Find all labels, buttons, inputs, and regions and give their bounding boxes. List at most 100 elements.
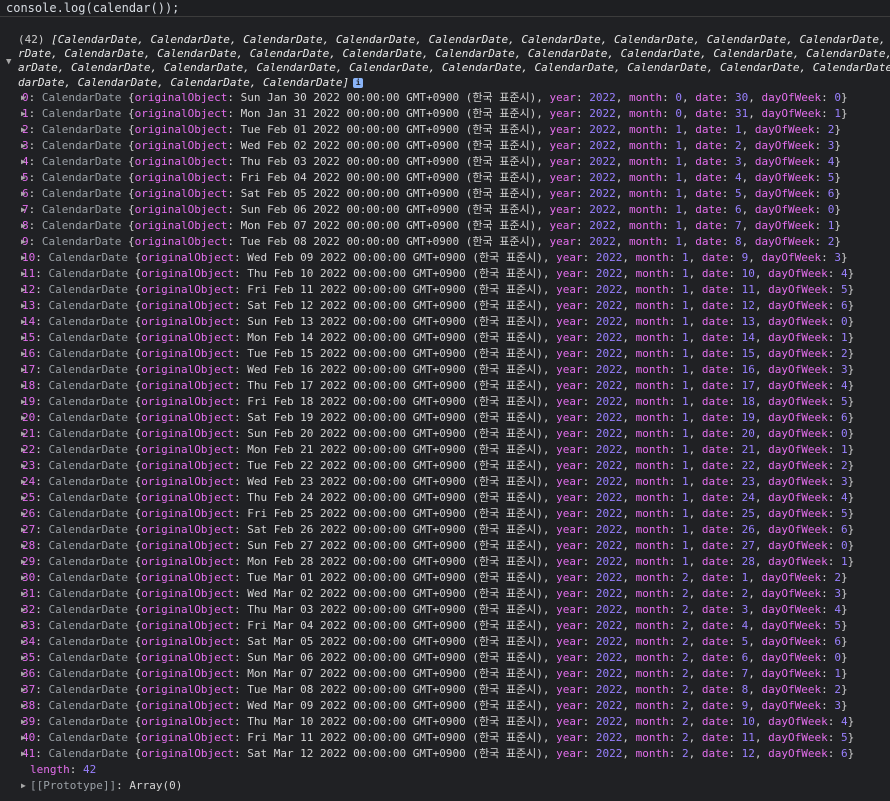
array-item-row[interactable]: ▶ 21: CalendarDate {originalObject: Sun F… bbox=[0, 426, 890, 442]
expand-triangle-icon[interactable]: ▶ bbox=[21, 586, 26, 602]
prop-key: dayOfWeek bbox=[761, 651, 822, 664]
expand-triangle-icon[interactable]: ▶ bbox=[21, 202, 26, 218]
expand-triangle-icon[interactable]: ▶ bbox=[21, 282, 26, 298]
separator: , bbox=[622, 571, 636, 584]
prop-key: dayOfWeek bbox=[754, 235, 815, 248]
array-item-row[interactable]: ▶ 16: CalendarDate {originalObject: Tue F… bbox=[0, 346, 890, 362]
expand-triangle-icon[interactable]: ▶ bbox=[21, 650, 26, 666]
expand-triangle-icon[interactable]: ▶ bbox=[21, 186, 26, 202]
expand-triangle-icon[interactable]: ▶ bbox=[21, 378, 26, 394]
array-item-row[interactable]: ▶ 26: CalendarDate {originalObject: Fri F… bbox=[0, 506, 890, 522]
array-item-row[interactable]: ▶ 31: CalendarDate {originalObject: Wed M… bbox=[0, 586, 890, 602]
expand-triangle-icon[interactable]: ▶ bbox=[21, 698, 26, 714]
array-item-row[interactable]: ▶ 32: CalendarDate {originalObject: Thu M… bbox=[0, 602, 890, 618]
array-item-row[interactable]: ▶ 39: CalendarDate {originalObject: Thu M… bbox=[0, 714, 890, 730]
array-item-row[interactable]: ▶ 36: CalendarDate {originalObject: Mon M… bbox=[0, 666, 890, 682]
expand-triangle-icon[interactable]: ▶ bbox=[21, 298, 26, 314]
prop-key: year bbox=[556, 731, 583, 744]
expand-triangle-icon[interactable]: ▶ bbox=[21, 410, 26, 426]
array-item-row[interactable]: ▶ 2: CalendarDate {originalObject: Tue Fe… bbox=[0, 122, 890, 138]
array-item-row[interactable]: ▶ 33: CalendarDate {originalObject: Fri M… bbox=[0, 618, 890, 634]
array-item-row[interactable]: ▶ 30: CalendarDate {originalObject: Tue M… bbox=[0, 570, 890, 586]
expand-triangle-icon[interactable]: ▶ bbox=[21, 170, 26, 186]
prototype-row[interactable]: ▶ [[Prototype]]: Array(0) bbox=[0, 778, 890, 794]
array-item-row[interactable]: ▶ 6: CalendarDate {originalObject: Sat Fe… bbox=[0, 186, 890, 202]
expand-triangle-icon[interactable]: ▶ bbox=[21, 474, 26, 490]
array-item-row[interactable]: ▶ 12: CalendarDate {originalObject: Fri F… bbox=[0, 282, 890, 298]
array-item-row[interactable]: ▶ 24: CalendarDate {originalObject: Wed F… bbox=[0, 474, 890, 490]
expand-triangle-icon[interactable]: ▶ bbox=[21, 346, 26, 362]
array-item-row[interactable]: ▶ 41: CalendarDate {originalObject: Sat M… bbox=[0, 746, 890, 762]
separator: : bbox=[582, 251, 596, 264]
array-item-row[interactable]: ▶ 28: CalendarDate {originalObject: Sun F… bbox=[0, 538, 890, 554]
expand-triangle-icon[interactable]: ▶ bbox=[21, 442, 26, 458]
array-item-row[interactable]: ▶ 35: CalendarDate {originalObject: Sun M… bbox=[0, 650, 890, 666]
array-item-row[interactable]: ▶ 3: CalendarDate {originalObject: Wed Fe… bbox=[0, 138, 890, 154]
array-item-row[interactable]: ▶ 5: CalendarDate {originalObject: Fri Fe… bbox=[0, 170, 890, 186]
day-of-week-value: 6 bbox=[840, 523, 848, 536]
expand-triangle-icon[interactable]: ▶ bbox=[21, 618, 26, 634]
array-item-row[interactable]: ▶ 8: CalendarDate {originalObject: Mon Fe… bbox=[0, 218, 890, 234]
expand-triangle-icon[interactable]: ▶ bbox=[21, 394, 26, 410]
expand-triangle-icon[interactable]: ▶ bbox=[21, 330, 26, 346]
expand-triangle-icon[interactable]: ▶ bbox=[21, 314, 26, 330]
separator: , bbox=[754, 363, 769, 376]
array-item-row[interactable]: ▶ 27: CalendarDate {originalObject: Sat F… bbox=[0, 522, 890, 538]
array-item-row[interactable]: ▶ 19: CalendarDate {originalObject: Fri F… bbox=[0, 394, 890, 410]
expand-triangle-icon[interactable]: ▶ bbox=[21, 554, 26, 570]
expand-triangle-icon[interactable]: ▶ bbox=[21, 106, 26, 122]
expand-triangle-icon[interactable]: ▶ bbox=[21, 218, 26, 234]
expand-triangle-icon[interactable]: ▶ bbox=[21, 266, 26, 282]
expand-triangle-icon[interactable]: ▶ bbox=[21, 730, 26, 746]
prop-key: month bbox=[635, 251, 669, 264]
array-item-row[interactable]: ▶ 25: CalendarDate {originalObject: Thu F… bbox=[0, 490, 890, 506]
expand-triangle-icon[interactable]: ▶ bbox=[21, 506, 26, 522]
brace: { bbox=[121, 155, 135, 168]
array-item-row[interactable]: ▶ 9: CalendarDate {originalObject: Tue Fe… bbox=[0, 234, 890, 250]
array-item-row[interactable]: ▶ 1: CalendarDate {originalObject: Mon Ja… bbox=[0, 106, 890, 122]
expand-triangle-icon[interactable]: ▶ bbox=[21, 538, 26, 554]
array-item-row[interactable]: ▶ 7: CalendarDate {originalObject: Sun Fe… bbox=[0, 202, 890, 218]
expand-triangle-icon[interactable]: ▶ bbox=[21, 682, 26, 698]
array-item-row[interactable]: ▶ 22: CalendarDate {originalObject: Mon F… bbox=[0, 442, 890, 458]
array-item-row[interactable]: ▶ 34: CalendarDate {originalObject: Sat M… bbox=[0, 634, 890, 650]
expand-triangle-icon[interactable]: ▶ bbox=[21, 490, 26, 506]
array-item-row[interactable]: ▶ 23: CalendarDate {originalObject: Tue F… bbox=[0, 458, 890, 474]
array-summary[interactable]: ▼ (42) [CalendarDate, CalendarDate, Cale… bbox=[0, 33, 890, 90]
array-item-row[interactable]: ▶ 4: CalendarDate {originalObject: Thu Fe… bbox=[0, 154, 890, 170]
separator: : bbox=[575, 139, 590, 152]
array-item-row[interactable]: ▶ 14: CalendarDate {originalObject: Sun F… bbox=[0, 314, 890, 330]
expand-triangle-icon[interactable]: ▶ bbox=[21, 634, 26, 650]
expand-triangle-icon[interactable]: ▶ bbox=[21, 426, 26, 442]
array-item-row[interactable]: ▶ 38: CalendarDate {originalObject: Wed M… bbox=[0, 698, 890, 714]
expand-triangle-icon[interactable]: ▶ bbox=[21, 362, 26, 378]
expand-triangle-icon[interactable]: ▶ bbox=[21, 138, 26, 154]
array-item-row[interactable]: ▶ 18: CalendarDate {originalObject: Thu F… bbox=[0, 378, 890, 394]
array-item-row[interactable]: ▶ 17: CalendarDate {originalObject: Wed F… bbox=[0, 362, 890, 378]
info-icon[interactable]: i bbox=[353, 77, 364, 88]
expand-triangle-icon[interactable]: ▶ bbox=[21, 778, 26, 794]
expand-triangle-icon[interactable]: ▶ bbox=[21, 458, 26, 474]
expand-triangle-icon[interactable]: ▶ bbox=[21, 522, 26, 538]
array-item-row[interactable]: ▶ 0: CalendarDate {originalObject: Sun Ja… bbox=[0, 90, 890, 106]
expand-triangle-icon[interactable]: ▼ bbox=[6, 55, 11, 69]
expand-triangle-icon[interactable]: ▶ bbox=[21, 666, 26, 682]
expand-triangle-icon[interactable]: ▶ bbox=[21, 90, 26, 106]
expand-triangle-icon[interactable]: ▶ bbox=[21, 154, 26, 170]
array-item-row[interactable]: ▶ 15: CalendarDate {originalObject: Mon F… bbox=[0, 330, 890, 346]
expand-triangle-icon[interactable]: ▶ bbox=[21, 122, 26, 138]
expand-triangle-icon[interactable]: ▶ bbox=[21, 234, 26, 250]
array-item-row[interactable]: ▶ 20: CalendarDate {originalObject: Sat F… bbox=[0, 410, 890, 426]
expand-triangle-icon[interactable]: ▶ bbox=[21, 714, 26, 730]
array-item-row[interactable]: ▶ 29: CalendarDate {originalObject: Mon F… bbox=[0, 554, 890, 570]
array-item-row[interactable]: ▶ 40: CalendarDate {originalObject: Fri M… bbox=[0, 730, 890, 746]
array-item-row[interactable]: ▶ 37: CalendarDate {originalObject: Tue M… bbox=[0, 682, 890, 698]
expand-triangle-icon[interactable]: ▶ bbox=[21, 570, 26, 586]
expand-triangle-icon[interactable]: ▶ bbox=[21, 602, 26, 618]
expand-triangle-icon[interactable]: ▶ bbox=[21, 250, 26, 266]
separator: , bbox=[622, 363, 636, 376]
array-item-row[interactable]: ▶ 13: CalendarDate {originalObject: Sat F… bbox=[0, 298, 890, 314]
expand-triangle-icon[interactable]: ▶ bbox=[21, 746, 26, 762]
array-item-row[interactable]: ▶ 11: CalendarDate {originalObject: Thu F… bbox=[0, 266, 890, 282]
array-item-row[interactable]: ▶ 10: CalendarDate {originalObject: Wed F… bbox=[0, 250, 890, 266]
